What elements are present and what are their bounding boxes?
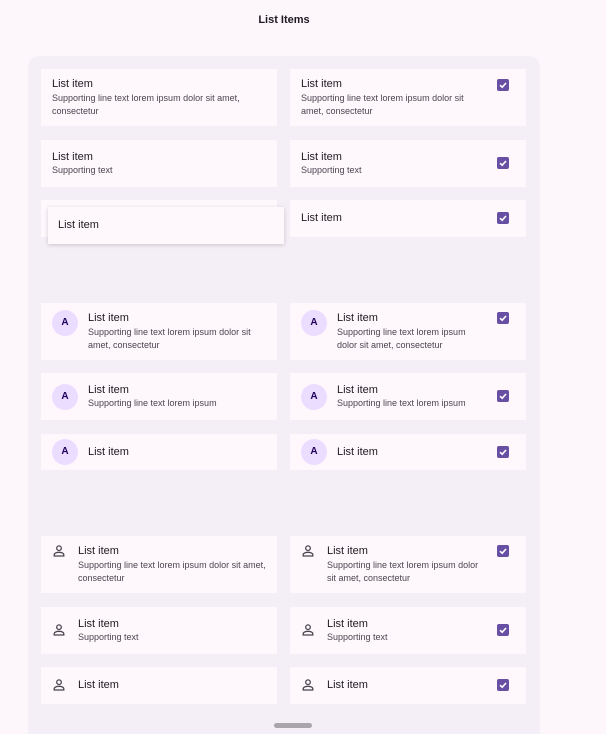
list-item-icon-two-line[interactable]: List item Supporting text — [41, 607, 277, 654]
list-item-supporting-text: Supporting line text lorem ipsum dolor s… — [88, 327, 251, 350]
list-item-avatar-three-line-checkbox[interactable]: A List item Supporting line text lorem i… — [290, 303, 526, 360]
list-item-supporting-text: Supporting line text lorem ipsum — [337, 398, 466, 408]
list-item-headline: List item — [58, 219, 99, 231]
person-icon — [53, 624, 65, 636]
person-icon — [53, 545, 65, 557]
list-item-headline: List item — [327, 679, 368, 691]
list-item-headline: List item — [327, 545, 368, 557]
bottom-sheet-drag-handle[interactable] — [274, 723, 312, 728]
list-item-supporting-text: Supporting line text lorem ipsum — [88, 398, 217, 408]
list-item-supporting-text: Supporting line text lorem ipsum dolor s… — [78, 560, 266, 583]
checkbox-checked-icon[interactable] — [497, 212, 509, 224]
list-item-icon-three-line-checkbox[interactable]: List item Supporting line text lorem ips… — [290, 536, 526, 593]
list-item-one-line-checkbox[interactable]: List item — [290, 200, 526, 237]
avatar: A — [52, 439, 78, 465]
list-item-headline: List item — [78, 679, 119, 691]
checkbox-checked-icon[interactable] — [497, 157, 509, 169]
list-item-avatar-two-line-checkbox[interactable]: A List item Supporting line text lorem i… — [290, 373, 526, 420]
person-icon — [302, 679, 314, 691]
list-item-supporting-text: Supporting line text lorem ipsum dolor s… — [301, 93, 464, 116]
list-item-avatar-one-line[interactable]: A List item — [41, 434, 277, 470]
person-icon — [53, 679, 65, 691]
list-item-icon-two-line-checkbox[interactable]: List item Supporting text — [290, 607, 526, 654]
checkbox-checked-icon[interactable] — [497, 446, 509, 458]
list-item-headline: List item — [301, 151, 342, 163]
list-item-headline: List item — [52, 151, 93, 163]
page-title: List Items — [258, 14, 310, 26]
checkbox-checked-icon[interactable] — [497, 312, 509, 324]
list-item-icon-one-line[interactable]: List item — [41, 667, 277, 704]
avatar: A — [301, 384, 327, 410]
checkbox-checked-icon[interactable] — [497, 545, 509, 557]
list-item-headline: List item — [327, 618, 368, 630]
avatar: A — [301, 439, 327, 465]
avatar: A — [301, 310, 327, 336]
list-item-headline: List item — [301, 212, 342, 224]
list-item-supporting-text: Supporting line text lorem ipsum dolor s… — [327, 560, 479, 583]
list-item-supporting-text: Supporting line text lorem ipsum dolor s… — [52, 93, 240, 116]
checkbox-checked-icon[interactable] — [497, 679, 509, 691]
avatar: A — [52, 384, 78, 410]
list-item-headline: List item — [337, 446, 378, 458]
list-item-headline: List item — [88, 312, 129, 324]
person-icon — [302, 624, 314, 636]
list-item-headline: List item — [78, 618, 119, 630]
list-item-supporting-text: Supporting text — [52, 165, 113, 175]
list-item-three-line-checkbox[interactable]: List item Supporting line text lorem ips… — [290, 69, 526, 126]
list-item-headline: List item — [301, 78, 342, 90]
list-item-headline: List item — [88, 384, 129, 396]
list-item-supporting-text: Supporting text — [301, 165, 362, 175]
list-item-avatar-one-line-checkbox[interactable]: A List item — [290, 434, 526, 470]
list-item-icon-one-line-checkbox[interactable]: List item — [290, 667, 526, 704]
list-item-supporting-text: Supporting text — [78, 632, 139, 642]
checkbox-checked-icon[interactable] — [497, 79, 509, 91]
list-item-headline: List item — [52, 78, 93, 90]
list-item-avatar-two-line[interactable]: A List item Supporting line text lorem i… — [41, 373, 277, 420]
list-item-one-line-dragging[interactable]: List item — [48, 207, 284, 244]
list-item-icon-three-line[interactable]: List item Supporting line text lorem ips… — [41, 536, 277, 593]
list-item-headline: List item — [337, 384, 378, 396]
list-item-three-line[interactable]: List item Supporting line text lorem ips… — [41, 69, 277, 126]
list-item-supporting-text: Supporting text — [327, 632, 388, 642]
list-item-headline: List item — [78, 545, 119, 557]
list-item-two-line[interactable]: List item Supporting text — [41, 140, 277, 187]
avatar: A — [52, 310, 78, 336]
checkbox-checked-icon[interactable] — [497, 390, 509, 402]
person-icon — [302, 545, 314, 557]
list-item-avatar-three-line[interactable]: A List item Supporting line text lorem i… — [41, 303, 277, 360]
list-item-two-line-checkbox[interactable]: List item Supporting text — [290, 140, 526, 187]
list-item-supporting-text: Supporting line text lorem ipsum dolor s… — [337, 327, 466, 350]
list-item-headline: List item — [88, 446, 129, 458]
list-item-headline: List item — [337, 312, 378, 324]
checkbox-checked-icon[interactable] — [497, 624, 509, 636]
